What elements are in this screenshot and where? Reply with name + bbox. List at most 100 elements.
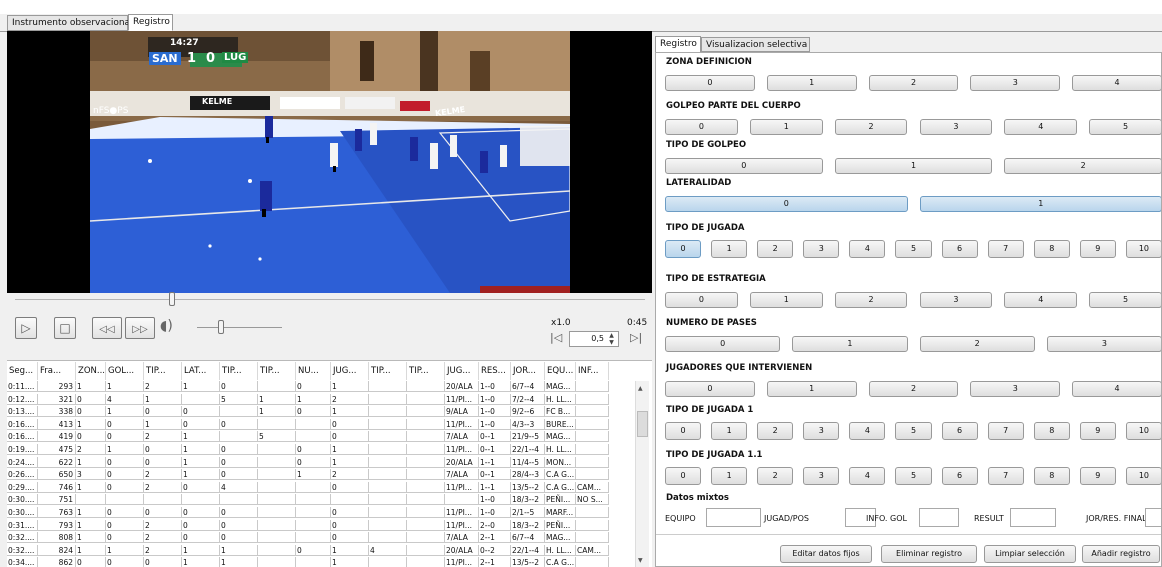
- code-button-5-3[interactable]: 3: [919, 292, 993, 308]
- action-button[interactable]: Editar datos fijos: [780, 545, 872, 563]
- code-button-8-8[interactable]: 8: [1033, 422, 1070, 440]
- table-row[interactable]: 0:16.... 419 0 0 2 1 5 0 7/ALA 0--1 21/9--5 MAG...: [7, 431, 635, 443]
- code-button-9-4[interactable]: 4: [849, 467, 886, 485]
- play-button[interactable]: ▷: [15, 317, 37, 339]
- column-header[interactable]: INF...: [576, 362, 609, 380]
- tab-right-registro[interactable]: Registro: [655, 36, 701, 53]
- video-player[interactable]: 14:27 SAN 1 0 LUG KELME nFS●PS KELME: [7, 31, 652, 293]
- rewind-button[interactable]: ◁◁: [92, 317, 122, 339]
- code-button-1-1[interactable]: 1: [749, 119, 823, 135]
- code-button-1-5[interactable]: 5: [1089, 119, 1161, 135]
- column-header[interactable]: EQU...: [545, 362, 576, 380]
- table-row[interactable]: 0:32.... 824 1 1 2 1 1 0 1 4 20/ALA 0--2 22/1--4 H. L…: [7, 544, 635, 557]
- code-button-8-2[interactable]: 2: [757, 422, 794, 440]
- code-button-5-4[interactable]: 4: [1004, 292, 1078, 308]
- code-button-4-3[interactable]: 3: [803, 240, 840, 258]
- code-button-2-1[interactable]: 1: [834, 158, 993, 174]
- code-button-4-4[interactable]: 4: [849, 240, 886, 258]
- code-button-8-7[interactable]: 7: [987, 422, 1024, 440]
- code-button-6-3[interactable]: 3: [1046, 336, 1161, 352]
- code-button-8-6[interactable]: 6: [941, 422, 978, 440]
- code-button-3-1[interactable]: 1: [919, 196, 1161, 212]
- code-button-4-0[interactable]: 0: [665, 240, 702, 258]
- table-row[interactable]: 0:19.... 475 2 1 0 1 0 0 1 11/PI... 0--1 22/1--4 H. …: [7, 444, 635, 456]
- table-row[interactable]: 0:16.... 413 1 0 1 0 0 0 11/PI... 1--0 4/3--3 BURE.…: [7, 418, 635, 431]
- action-button[interactable]: Limpiar selección: [984, 545, 1076, 563]
- column-header[interactable]: TIP...: [369, 362, 407, 380]
- code-button-9-10[interactable]: 10: [1125, 467, 1161, 485]
- code-button-1-2[interactable]: 2: [834, 119, 908, 135]
- code-button-9-6[interactable]: 6: [941, 467, 978, 485]
- column-header[interactable]: RES...: [479, 362, 511, 380]
- records-table[interactable]: Seg... Fra... ZON... GOL... TIP... LAT... TIP.…: [7, 360, 652, 567]
- table-row[interactable]: 0:32.... 808 1 0 2 0 0 0 7/ALA 2--1 6/7--4 MAG...: [7, 532, 635, 544]
- column-header[interactable]: ZON...: [76, 362, 106, 380]
- action-button[interactable]: Eliminar registro: [881, 545, 977, 563]
- code-button-7-3[interactable]: 3: [970, 381, 1061, 397]
- code-button-7-2[interactable]: 2: [868, 381, 959, 397]
- code-button-0-3[interactable]: 3: [970, 75, 1061, 91]
- code-button-6-1[interactable]: 1: [792, 336, 908, 352]
- tab-visualizacion[interactable]: Visualizacion selectiva: [701, 37, 810, 52]
- code-button-2-0[interactable]: 0: [665, 158, 823, 174]
- mixed-input[interactable]: [1145, 508, 1161, 527]
- code-button-9-3[interactable]: 3: [803, 467, 840, 485]
- code-button-1-0[interactable]: 0: [665, 119, 738, 135]
- code-button-4-2[interactable]: 2: [757, 240, 794, 258]
- code-button-4-6[interactable]: 6: [941, 240, 978, 258]
- code-button-5-5[interactable]: 5: [1089, 292, 1161, 308]
- code-button-6-0[interactable]: 0: [665, 336, 781, 352]
- code-button-9-5[interactable]: 5: [895, 467, 932, 485]
- column-header[interactable]: Seg...: [7, 362, 38, 380]
- code-button-4-5[interactable]: 5: [895, 240, 932, 258]
- column-header[interactable]: JUG...: [445, 362, 479, 380]
- table-row[interactable]: 0:31.... 793 1 0 2 0 0 0 11/PI... 2--0 18/3--2 PEÑI…: [7, 519, 635, 532]
- code-button-4-8[interactable]: 8: [1033, 240, 1070, 258]
- table-row[interactable]: 0:24.... 622 1 0 0 1 0 0 1 20/ALA 1--1 11/4--5 MON..…: [7, 456, 635, 469]
- code-button-8-0[interactable]: 0: [665, 422, 702, 440]
- code-button-8-5[interactable]: 5: [895, 422, 932, 440]
- action-button[interactable]: Añadir registro: [1082, 545, 1160, 563]
- code-button-8-3[interactable]: 3: [803, 422, 840, 440]
- code-button-8-1[interactable]: 1: [711, 422, 748, 440]
- column-header[interactable]: NU...: [296, 362, 331, 380]
- code-button-1-4[interactable]: 4: [1004, 119, 1078, 135]
- code-button-4-10[interactable]: 10: [1125, 240, 1161, 258]
- table-row[interactable]: 0:11.... 293 1 1 2 1 0 0 1 20/ALA 1--0 6/7--4 MAG...: [7, 381, 635, 393]
- code-button-6-2[interactable]: 2: [919, 336, 1035, 352]
- code-button-0-1[interactable]: 1: [766, 75, 857, 91]
- code-button-7-1[interactable]: 1: [766, 381, 857, 397]
- code-button-8-4[interactable]: 4: [849, 422, 886, 440]
- column-header[interactable]: JUG...: [331, 362, 369, 380]
- volume-handle[interactable]: [218, 320, 224, 334]
- forward-button[interactable]: ▷▷: [125, 317, 155, 339]
- column-header[interactable]: TIP...: [407, 362, 445, 380]
- spinner-arrows-icon[interactable]: ▲ ▼: [606, 332, 617, 346]
- stop-button[interactable]: □: [54, 317, 76, 339]
- code-button-0-4[interactable]: 4: [1072, 75, 1161, 91]
- table-row[interactable]: 0:34.... 862 0 0 0 1 1 1 11/PI... 2--1 13/5--2 C.A …: [7, 557, 635, 567]
- timeline-track[interactable]: [15, 299, 645, 300]
- table-row[interactable]: 0:12.... 321 0 4 1 5 1 1 2 11/PI... 1--0 7/2--4 H. L…: [7, 393, 635, 406]
- scroll-down-icon[interactable]: ▼: [638, 557, 643, 564]
- column-header[interactable]: TIP...: [220, 362, 258, 380]
- scroll-up-icon[interactable]: ▲: [638, 385, 643, 392]
- table-scrollbar[interactable]: ▲ ▼: [635, 381, 649, 567]
- table-row[interactable]: 0:29.... 746 1 0 2 0 4 0 11/PI... 1--1 13/5--2 C.A …: [7, 481, 635, 494]
- step-forward-icon[interactable]: ▷|: [630, 331, 646, 347]
- code-button-7-0[interactable]: 0: [665, 381, 755, 397]
- step-back-icon[interactable]: |◁: [550, 331, 566, 347]
- volume-icon[interactable]: ◖): [160, 318, 182, 338]
- timeline-handle[interactable]: [169, 292, 175, 306]
- code-button-9-2[interactable]: 2: [757, 467, 794, 485]
- code-button-1-3[interactable]: 3: [919, 119, 993, 135]
- code-button-9-8[interactable]: 8: [1033, 467, 1070, 485]
- tab-registro[interactable]: Registro: [128, 14, 173, 31]
- column-header[interactable]: TIP...: [258, 362, 296, 380]
- code-button-4-7[interactable]: 7: [987, 240, 1024, 258]
- scroll-thumb[interactable]: [637, 411, 648, 437]
- mixed-input[interactable]: [706, 508, 761, 527]
- code-button-5-1[interactable]: 1: [749, 292, 823, 308]
- column-header[interactable]: Fra...: [38, 362, 76, 380]
- column-header[interactable]: JOR...: [511, 362, 545, 380]
